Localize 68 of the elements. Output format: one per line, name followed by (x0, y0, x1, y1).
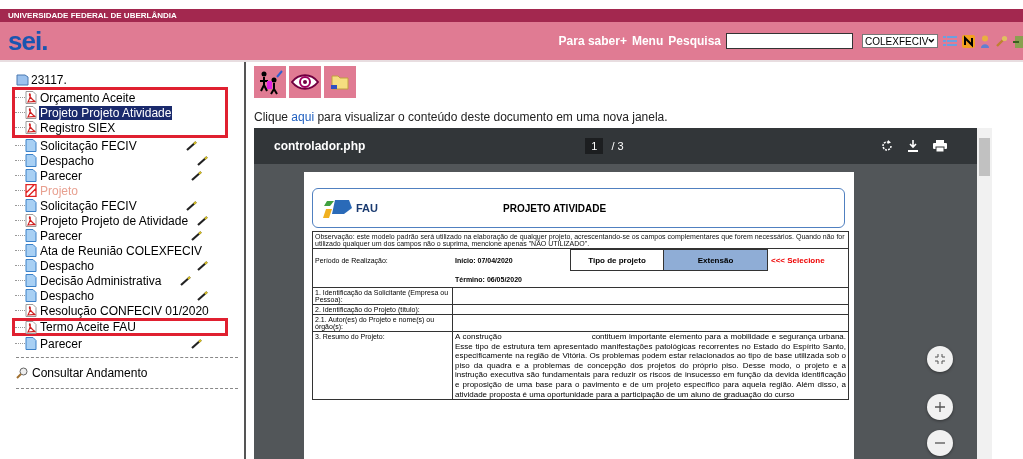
zoom-in-button[interactable] (927, 394, 953, 420)
unit-select[interactable]: COLEXFECIV (862, 34, 938, 48)
document-tree-item[interactable]: Despacho (39, 258, 96, 273)
pen-icon (197, 290, 210, 301)
page-number-field[interactable]: 1 (585, 138, 604, 154)
scrollbar[interactable] (977, 128, 992, 459)
document-tree-item[interactable]: Despacho (39, 288, 96, 303)
print-icon[interactable] (933, 140, 947, 152)
select-hint: <<< Selecione (770, 255, 825, 265)
fit-page-icon (935, 354, 945, 364)
file-name: controlador.php (274, 139, 366, 153)
pen-icon (197, 260, 210, 271)
fau-logo-icon (323, 197, 353, 219)
document-title: PROJETO ATIVIDADE (503, 202, 607, 214)
document-icon (25, 199, 37, 212)
document-icon (25, 229, 37, 242)
document-icon (25, 259, 37, 272)
consult-progress-link[interactable]: Consultar Andamento (32, 366, 148, 380)
magnifier-icon (16, 367, 28, 379)
document-icon (25, 154, 37, 167)
fit-page-button[interactable] (927, 346, 953, 372)
document-tree-item[interactable]: Resolução CONFECIV 01/2020 (39, 303, 210, 318)
project-type-label: Tipo de projeto (570, 249, 664, 271)
here-link[interactable]: aqui (291, 110, 315, 124)
document-icon (25, 337, 37, 350)
notes-icon[interactable] (962, 34, 975, 48)
pen-icon (185, 140, 198, 151)
canceled-document-icon (25, 184, 37, 197)
folder-icon (16, 73, 29, 86)
document-tree-item[interactable]: Parecer (39, 336, 84, 351)
organization-name: FAU (356, 202, 378, 214)
zoom-out-button[interactable] (927, 430, 953, 456)
plus-icon (935, 402, 945, 412)
document-icon (25, 244, 37, 257)
document-tree-item[interactable]: Despacho (39, 153, 96, 168)
document-icon (25, 169, 37, 182)
pen-icon (197, 155, 210, 166)
people-icon[interactable] (254, 66, 286, 98)
document-icon (25, 139, 37, 152)
rotate-icon[interactable] (881, 140, 893, 152)
pen-icon (185, 200, 198, 211)
project-type-value[interactable]: Extensão (664, 249, 768, 271)
exit-icon[interactable] (1013, 34, 1023, 48)
document-tree-item[interactable]: Projeto Projeto Atividade (39, 105, 173, 120)
document-tree-item[interactable]: Ata de Reunião COLEXFECIV (39, 243, 204, 258)
document-tree-item[interactable]: Solicitação FECIV (39, 138, 138, 153)
pen-icon (191, 338, 204, 349)
pen-icon (197, 215, 210, 226)
page-total: / 3 (611, 140, 624, 152)
document-tree-item[interactable]: Parecer (39, 228, 84, 243)
download-icon[interactable] (907, 140, 919, 152)
eye-icon[interactable] (289, 66, 321, 98)
document-icon (25, 274, 37, 287)
institution-name: UNIVERSIDADE FEDERAL DE UBERLÂNDIA (8, 11, 177, 20)
document-tree-item[interactable]: Solicitação FECIV (39, 198, 138, 213)
summary-text: A construção contituem importante elemento para a mobilidade e segurança urbana. Esse tipo de estrutura tem apresentado manifestações patológicas recorrentes no Estado do Espírito Santo, especificamente na região de Vitória. Os problemas podem estar relacionados ao tipo de base utilizada sob o piso da quadra e a problemas de concepção dos projetos do próprio piso. Desse modo, o projeto e a instrução executiva são fundamentais para reduzir os riscos de insucesso em função da devida identificação e proposição de uma base para o pavimento e de um projeto específico para aquela região. Além disso, a atividade proposta é uma oportunidade para a participação de um aluno de graduação do curso (455, 332, 846, 400)
pen-icon (191, 230, 204, 241)
pen-icon (180, 275, 193, 286)
search-field[interactable] (726, 33, 853, 49)
pen-icon (191, 170, 204, 181)
folder-icon[interactable] (324, 66, 356, 98)
document-icon (25, 289, 37, 302)
document-tree-item[interactable]: Decisão Administrativa (39, 273, 163, 288)
document-tree-item[interactable]: Projeto Projeto de Atividade (39, 213, 190, 228)
document-tree-item[interactable]: Parecer (39, 168, 84, 183)
open-document-note: Clique aqui para visualizar o conteúdo deste documento em uma nova janela. (254, 110, 669, 124)
caret-icon (928, 38, 935, 44)
process-number[interactable]: 23117. (31, 72, 67, 87)
